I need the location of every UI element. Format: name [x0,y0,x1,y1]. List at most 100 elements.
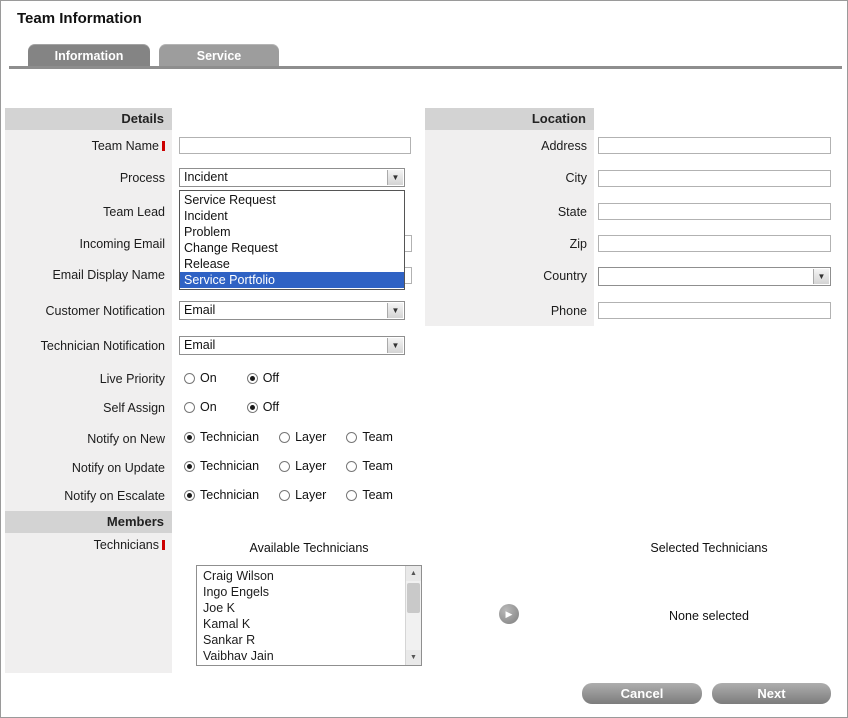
chevron-down-icon[interactable]: ▼ [387,338,403,353]
notify-escalate-team-label: Team [362,489,393,502]
process-option-release[interactable]: Release [180,256,404,272]
notify-escalate-technician-label: Technician [200,489,259,502]
notify-update-layer-radio[interactable] [279,461,290,472]
notify-new-layer-label: Layer [295,431,326,444]
tab-underline [9,66,842,69]
move-right-icon[interactable]: ▶ [499,604,519,624]
customer-notification-label: Customer Notification [5,303,165,319]
members-section-header: Members [5,511,172,533]
list-item[interactable]: Sankar R [197,632,421,648]
available-technicians-title: Available Technicians [196,541,422,555]
process-option-problem[interactable]: Problem [180,224,404,240]
technician-notification-label: Technician Notification [5,338,165,354]
self-assign-radio-group: On Off [184,401,279,414]
process-option-incident[interactable]: Incident [180,208,404,224]
notify-new-layer-radio[interactable] [279,432,290,443]
zip-input[interactable] [598,235,831,252]
chevron-down-icon[interactable]: ▼ [813,269,829,284]
location-label-column [425,130,594,326]
list-item[interactable]: Kamal K [197,616,421,632]
notify-on-update-radio-group: Technician Layer Team [184,460,393,473]
scroll-up-icon[interactable]: ▲ [406,566,421,581]
self-assign-on-label: On [200,401,217,414]
process-dropdown-list: Service Request Incident Problem Change … [179,190,405,290]
phone-label: Phone [425,303,587,319]
state-input[interactable] [598,203,831,220]
members-label-column [5,533,172,673]
list-item[interactable]: Vaibhav Jain [197,648,421,664]
required-marker [162,540,165,550]
team-information-window: Team Information Information Service Det… [0,0,848,718]
cancel-button[interactable]: Cancel [582,683,702,704]
selected-technicians-empty: None selected [599,609,819,623]
self-assign-on-radio[interactable] [184,402,195,413]
customer-notification-select[interactable]: Email ▼ [179,301,405,320]
team-name-input[interactable] [179,137,411,154]
customer-notification-value: Email [184,303,215,317]
notify-escalate-layer-label: Layer [295,489,326,502]
process-select-value: Incident [184,170,228,184]
process-label: Process [5,170,165,186]
list-item[interactable]: Craig Wilson [197,568,421,584]
incoming-email-label: Incoming Email [5,236,165,252]
process-option-change-request[interactable]: Change Request [180,240,404,256]
scroll-down-icon[interactable]: ▼ [406,650,421,665]
zip-label: Zip [425,236,587,252]
tab-information[interactable]: Information [28,44,150,68]
notify-escalate-technician-radio[interactable] [184,490,195,501]
notify-new-technician-radio[interactable] [184,432,195,443]
self-assign-off-label: Off [263,401,279,414]
phone-input[interactable] [598,302,831,319]
self-assign-label: Self Assign [5,400,165,416]
notify-on-escalate-label: Notify on Escalate [5,488,165,504]
notify-new-team-radio[interactable] [346,432,357,443]
country-select[interactable]: ▼ [598,267,831,286]
email-display-name-label: Email Display Name [5,267,165,283]
live-priority-label: Live Priority [5,371,165,387]
self-assign-off-radio[interactable] [247,402,258,413]
notify-on-update-label: Notify on Update [5,460,165,476]
tab-service[interactable]: Service [159,44,279,68]
live-priority-on-label: On [200,372,217,385]
process-option-service-request[interactable]: Service Request [180,192,404,208]
details-label-column [5,130,172,511]
notify-update-technician-radio[interactable] [184,461,195,472]
list-item[interactable]: Ingo Engels [197,584,421,600]
technician-notification-select[interactable]: Email ▼ [179,336,405,355]
list-item[interactable]: Joe K [197,600,421,616]
notify-escalate-team-radio[interactable] [346,490,357,501]
notify-on-new-radio-group: Technician Layer Team [184,431,393,444]
notify-update-technician-label: Technician [200,460,259,473]
required-marker [162,141,165,151]
notify-new-technician-label: Technician [200,431,259,444]
scrollbar-thumb[interactable] [407,583,420,613]
notify-update-team-label: Team [362,460,393,473]
location-section-header: Location [425,108,594,130]
notify-new-team-label: Team [362,431,393,444]
process-select[interactable]: Incident ▼ [179,168,405,187]
live-priority-off-radio[interactable] [247,373,258,384]
city-input[interactable] [598,170,831,187]
notify-on-new-label: Notify on New [5,431,165,447]
notify-escalate-layer-radio[interactable] [279,490,290,501]
available-technicians-listbox[interactable]: Craig Wilson Ingo Engels Joe K Kamal K S… [196,565,422,666]
notify-update-layer-label: Layer [295,460,326,473]
chevron-down-icon[interactable]: ▼ [387,303,403,318]
notify-on-escalate-radio-group: Technician Layer Team [184,489,393,502]
technician-notification-value: Email [184,338,215,352]
live-priority-radio-group: On Off [184,372,279,385]
chevron-down-icon[interactable]: ▼ [387,170,403,185]
address-label: Address [425,138,587,154]
listbox-scrollbar[interactable]: ▲ ▼ [405,566,421,665]
details-section-header: Details [5,108,172,130]
city-label: City [425,170,587,186]
state-label: State [425,204,587,220]
live-priority-on-radio[interactable] [184,373,195,384]
page-title: Team Information [17,10,142,27]
address-input[interactable] [598,137,831,154]
team-name-label: Team Name [5,138,165,154]
team-lead-label: Team Lead [5,204,165,220]
process-option-service-portfolio[interactable]: Service Portfolio [180,272,404,288]
next-button[interactable]: Next [712,683,831,704]
notify-update-team-radio[interactable] [346,461,357,472]
